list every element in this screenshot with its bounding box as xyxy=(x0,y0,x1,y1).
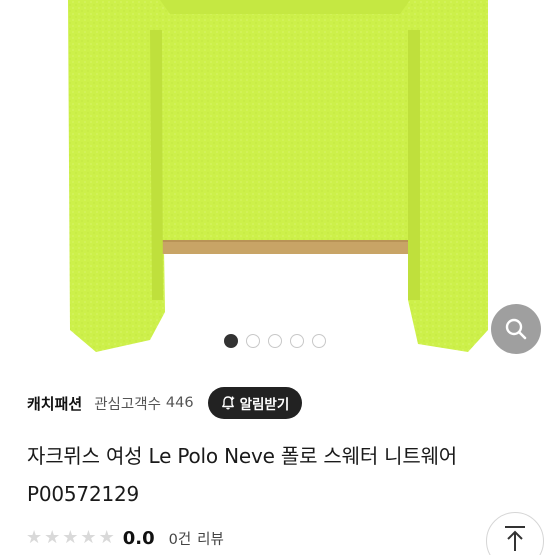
seller-name[interactable]: 캐치패션 xyxy=(27,393,82,414)
product-title: 자크뮈스 여성 Le Polo Neve 폴로 스웨터 니트웨어 P005721… xyxy=(27,444,457,506)
star-icon: ★ xyxy=(62,527,79,548)
bell-plus-icon xyxy=(221,396,234,410)
rating-stars: ★ ★ ★ ★ ★ xyxy=(26,529,115,547)
zoom-button[interactable] xyxy=(491,304,541,354)
star-icon: ★ xyxy=(44,527,61,548)
seller-row: 캐치패션 관심고객수 446 알림받기 xyxy=(27,386,537,420)
scroll-top-button[interactable] xyxy=(486,512,544,555)
follower-count: 446 xyxy=(165,395,194,411)
pager-dot-2[interactable] xyxy=(246,334,260,348)
star-icon: ★ xyxy=(98,527,115,548)
pager-dot-4[interactable] xyxy=(290,334,304,348)
review-count: 0건 xyxy=(168,531,192,548)
alarm-button[interactable]: 알림받기 xyxy=(207,387,303,419)
pager-dot-1[interactable] xyxy=(224,334,238,348)
review-label: 리뷰 xyxy=(197,531,224,548)
rating-row[interactable]: ★ ★ ★ ★ ★ 0.0 0건 리뷰 xyxy=(26,525,224,551)
gallery-pager xyxy=(224,334,326,348)
arrow-up-icon xyxy=(505,526,525,551)
star-icon: ★ xyxy=(26,527,43,548)
pager-dot-5[interactable] xyxy=(312,334,326,348)
search-icon xyxy=(505,318,527,340)
alarm-button-label: 알림받기 xyxy=(239,397,290,413)
follower-label: 관심고객수 xyxy=(94,396,161,413)
star-icon: ★ xyxy=(80,527,97,548)
product-image[interactable] xyxy=(0,0,555,370)
rating-score: 0.0 xyxy=(122,527,155,549)
sweater-photo xyxy=(68,0,488,352)
pager-dot-3[interactable] xyxy=(268,334,282,348)
